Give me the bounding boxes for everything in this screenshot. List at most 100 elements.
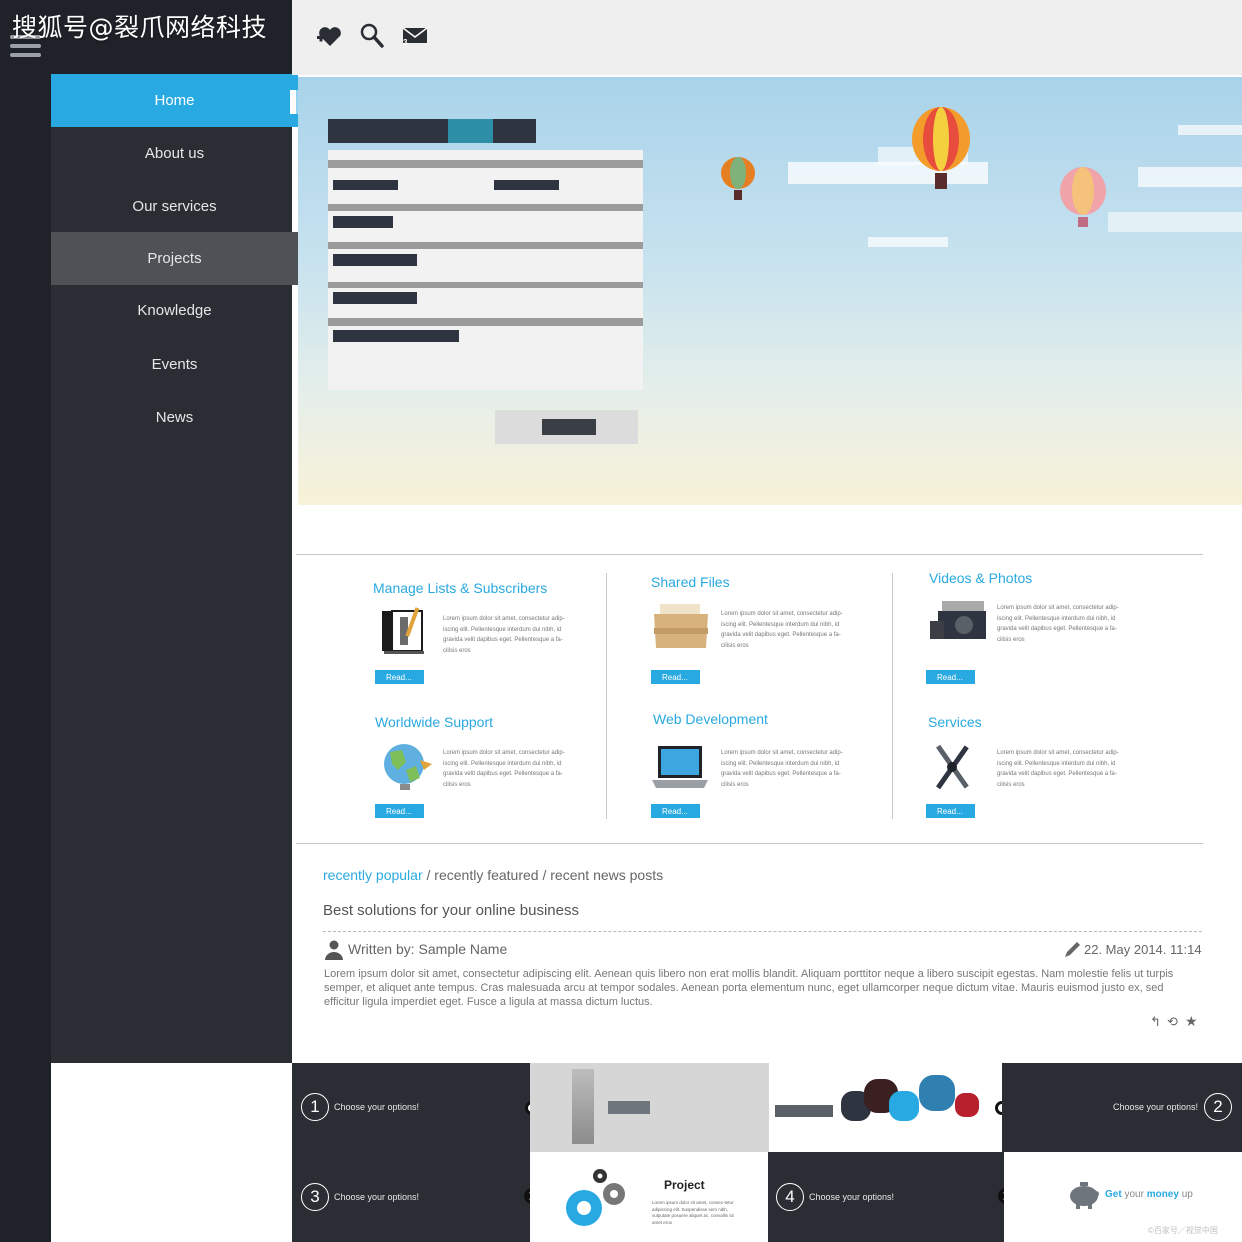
column-divider <box>892 573 893 819</box>
post-date: 22. May 2014. 11:14 <box>1084 942 1202 957</box>
cloud <box>1178 125 1242 135</box>
service-title[interactable]: Web Development <box>653 711 768 727</box>
search-icon[interactable] <box>358 22 386 50</box>
sidebar-item-home[interactable]: Home <box>51 74 298 127</box>
form-field-border <box>328 204 643 211</box>
service-title[interactable]: Videos & Photos <box>929 570 1032 586</box>
tab-recently-featured[interactable]: recently featured <box>434 867 538 883</box>
post-body: Lorem ipsum dolor sit amet, consectetur … <box>324 968 1174 1008</box>
sidebar-item-news[interactable]: News <box>51 391 298 444</box>
form-label-placeholder <box>333 216 393 228</box>
money-word: up <box>1178 1189 1193 1200</box>
tab-recent-news-posts[interactable]: recent news posts <box>550 867 663 883</box>
watermark: 搜狐号@裂爪网络科技 <box>12 13 268 42</box>
caption-placeholder <box>775 1105 833 1117</box>
globe-icon <box>384 744 432 790</box>
service-title[interactable]: Worldwide Support <box>375 714 493 730</box>
form-field-border <box>328 242 643 249</box>
form-label-placeholder <box>333 292 417 304</box>
post-title[interactable]: Best solutions for your online business <box>323 902 579 919</box>
post-actions: ↰ ⟲ ★ <box>1150 1013 1202 1030</box>
image-tile-person <box>530 1063 769 1152</box>
sidebar-item-our-services[interactable]: Our services <box>51 180 298 233</box>
person-avatar <box>919 1075 955 1111</box>
step-number-badge: 1 <box>301 1093 329 1121</box>
step-number-badge: 2 <box>1204 1093 1232 1121</box>
heart-plus-icon[interactable] <box>316 22 344 50</box>
form-label-placeholder <box>333 330 459 342</box>
post-tabs: recently popular / recently featured / r… <box>323 867 663 883</box>
service-title[interactable]: Manage Lists & Subscribers <box>373 580 547 596</box>
star-icon[interactable]: ★ <box>1185 1013 1198 1030</box>
service-description: Lorem ipsum dolor sit amet, consectetur … <box>997 605 1119 643</box>
tile-label: Choose your options! <box>1113 1102 1199 1112</box>
hero-title-accent <box>448 119 493 143</box>
hero-banner <box>298 77 1242 505</box>
service-description: Lorem ipsum dolor sit amet, consectetur … <box>721 611 843 649</box>
left-rail <box>0 0 51 1242</box>
form-field-border <box>328 282 643 288</box>
project-tile[interactable] <box>530 1152 768 1242</box>
hot-air-balloon-icon <box>912 107 970 189</box>
section-divider <box>296 554 1203 555</box>
service-description: Lorem ipsum dolor sit amet, consectetur … <box>997 750 1119 788</box>
tile-label: Choose your options! <box>334 1192 420 1202</box>
reply-icon[interactable]: ↰ <box>1150 1014 1161 1030</box>
sidebar-item-knowledge[interactable]: Knowledge <box>51 284 298 337</box>
read-more-button[interactable]: Read... <box>375 670 424 684</box>
form-label-placeholder <box>494 180 559 190</box>
sidebar-item-about-us[interactable]: About us <box>51 127 298 180</box>
option-tile-3[interactable]: 3 Choose your options! <box>292 1152 530 1242</box>
service-description: Lorem ipsum dolor sit amet, consectetur … <box>721 750 843 788</box>
user-icon <box>325 940 343 960</box>
step-number-badge: 4 <box>776 1183 804 1211</box>
person-avatar <box>889 1091 919 1121</box>
read-more-button[interactable]: Read... <box>651 804 700 818</box>
column-divider <box>606 573 607 819</box>
hot-air-balloon-icon <box>721 157 755 200</box>
camera-icon <box>930 601 986 639</box>
project-title: Project <box>664 1178 705 1192</box>
caption-placeholder <box>608 1101 650 1114</box>
money-word: Get <box>1105 1189 1125 1200</box>
read-more-button[interactable]: Read... <box>926 804 975 818</box>
sidebar-item-events[interactable]: Events <box>51 338 298 391</box>
gears-icon <box>566 1169 625 1226</box>
lists-document-icon <box>382 607 424 654</box>
dashed-divider <box>323 931 1202 932</box>
read-more-button[interactable]: Read... <box>926 670 975 684</box>
form-field-border <box>328 318 643 326</box>
mail-count-badge: 3 <box>403 38 408 47</box>
option-tile-4[interactable]: 4 Choose your options! <box>768 1152 1004 1242</box>
read-more-button[interactable]: Read... <box>651 670 700 684</box>
tab-separator: / <box>422 867 435 883</box>
person-figure <box>572 1069 594 1144</box>
hero-title-placeholder <box>328 119 536 143</box>
form-label-placeholder <box>333 254 417 266</box>
service-title[interactable]: Shared Files <box>651 574 730 590</box>
option-tile-2[interactable]: Choose your options! 2 <box>1002 1063 1242 1152</box>
tab-recently-popular[interactable]: recently popular <box>323 867 423 883</box>
folder-icon <box>654 604 708 648</box>
form-field-border <box>328 160 643 168</box>
retweet-icon[interactable]: ⟲ <box>1167 1014 1178 1030</box>
read-more-button[interactable]: Read... <box>375 804 424 818</box>
sidebar-item-projects[interactable]: Projects <box>51 232 298 285</box>
hero-form-panel <box>328 150 643 390</box>
form-label-placeholder <box>333 180 398 190</box>
service-title[interactable]: Services <box>928 714 982 730</box>
image-tile-people <box>769 1063 1002 1152</box>
cloud <box>868 237 948 247</box>
service-description: Lorem ipsum dolor sit amet, consectetur … <box>443 616 565 654</box>
money-word: your <box>1124 1189 1147 1200</box>
step-number-badge: 3 <box>301 1183 329 1211</box>
tab-separator: / <box>538 867 551 883</box>
option-tile-1[interactable]: 1 Choose your options! <box>292 1063 530 1152</box>
service-description: Lorem ipsum dolor sit amet, consectetur … <box>443 750 565 788</box>
cloud <box>1108 212 1242 232</box>
hot-air-balloon-icon <box>1060 167 1106 227</box>
money-tagline: Get your money up <box>1105 1189 1193 1200</box>
section-divider <box>296 843 1203 844</box>
person-avatar <box>955 1093 979 1117</box>
piggy-bank-icon <box>1070 1182 1099 1209</box>
